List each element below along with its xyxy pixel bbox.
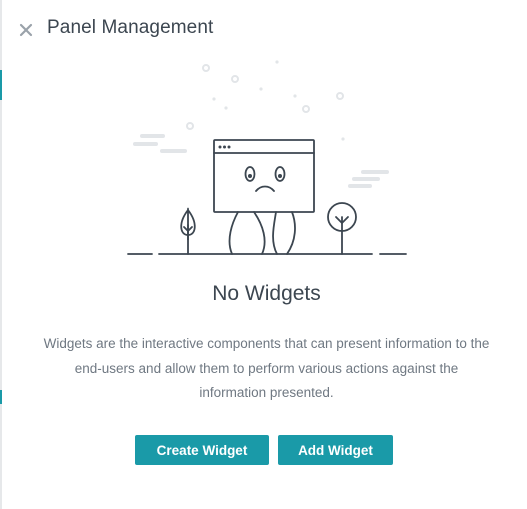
- panel-management-dialog: Panel Management No Widgets Widgets are …: [2, 0, 527, 509]
- sad-window-illustration: [127, 60, 407, 255]
- create-widget-button[interactable]: Create Widget: [135, 435, 269, 465]
- close-button[interactable]: [18, 22, 34, 38]
- empty-state-description: Widgets are the interactive components t…: [43, 336, 490, 400]
- page-title: Panel Management: [47, 17, 214, 38]
- empty-state-actions: Create Widget Add Widget: [135, 435, 393, 465]
- panel-header: Panel Management: [2, 0, 527, 60]
- add-widget-button[interactable]: Add Widget: [278, 435, 393, 465]
- empty-state-title: No Widgets: [212, 282, 321, 305]
- close-icon: [19, 23, 33, 37]
- empty-state-illustration: [122, 55, 412, 265]
